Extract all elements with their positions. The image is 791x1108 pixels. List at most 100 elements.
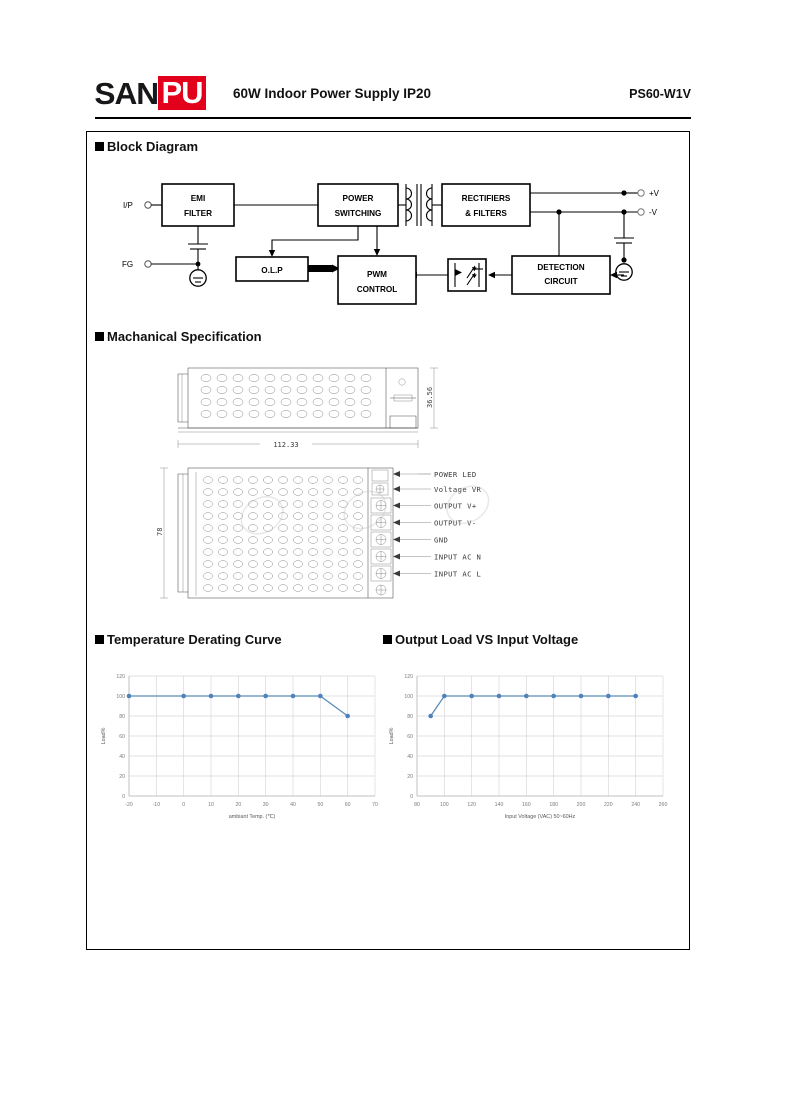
series-point (236, 693, 241, 699)
y-tick-label: 100 (116, 694, 125, 700)
model-number: PS60-W1V (629, 87, 691, 101)
x-tick-label: 240 (631, 802, 640, 808)
series-point (290, 693, 296, 699)
y-tick-label: 60 (407, 734, 413, 740)
sanpu-logo: SAN PU (94, 76, 206, 110)
series-point (345, 713, 350, 719)
y-tick-label: 60 (119, 734, 125, 740)
x-tick-label: 70 (372, 802, 378, 808)
x-tick-label: 260 (659, 802, 668, 808)
square-bullet-icon (383, 635, 392, 644)
y-tick-label: 0 (410, 794, 413, 800)
block-det-line1: DETECTION (537, 263, 584, 272)
x-tick-label: 120 (467, 802, 476, 808)
terminal-label-output-vplus: OUTPUT V+ (434, 502, 477, 511)
x-tick-label: 80 (414, 802, 420, 808)
block-optocoupler (447, 258, 487, 292)
chart-series-loadvolt (428, 693, 638, 719)
chart-grid-derating (128, 675, 376, 797)
square-bullet-icon (95, 332, 104, 341)
mechanical-drawing: 36.56 112.33 78 POWER LED Voltage VR OUT… (150, 360, 550, 615)
x-tick-label: 60 (345, 802, 351, 808)
logo-text-red: PU (158, 76, 206, 110)
y-tick-label: 40 (119, 754, 125, 760)
dim-width: 78 (156, 528, 164, 536)
x-tick-label: 200 (577, 802, 586, 808)
y-tick-label: 0 (122, 794, 125, 800)
terminal-label-input-ac-n: INPUT AC N (434, 553, 481, 562)
series-point (126, 693, 132, 699)
block-olp-line1: O.L.P (261, 266, 283, 275)
series-point (578, 693, 584, 699)
section-heading-label: Machanical Specification (107, 329, 262, 344)
series-point (469, 693, 474, 699)
series-point (442, 693, 447, 699)
block-pwm-control (337, 255, 417, 305)
series-point (318, 693, 323, 699)
x-tick-label: 220 (604, 802, 613, 808)
series-point (524, 693, 529, 699)
block-emi-filter (161, 183, 235, 227)
terminal-label-voltage-vr: Voltage VR (434, 485, 482, 494)
square-bullet-icon (95, 635, 104, 644)
x-tick-label: 30 (263, 802, 269, 808)
terminal-label-power-led: POWER LED (434, 470, 477, 479)
block-detection-circuit (511, 255, 611, 295)
port-label-input: I/P (123, 201, 133, 210)
block-emi-line1: EMI (191, 194, 206, 203)
section-heading-block-diagram: Block Diagram (95, 139, 198, 154)
series-point (181, 693, 186, 699)
x-tick-label: 160 (522, 802, 531, 808)
x-tick-label: 40 (290, 802, 296, 808)
mech-side-view: 36.56 112.33 (177, 367, 438, 450)
section-heading-label: Temperature Derating Curve (107, 632, 282, 647)
x-tick-label: 100 (440, 802, 449, 808)
mech-top-view: 78 POWER LED Voltage VR OUTPUT V+ OUTPUT… (156, 467, 482, 599)
chart-temperature-derating: 0 20 40 60 80 100 120 -20 -10 0 10 20 30 40 50 60 70 ambi… (95, 662, 383, 832)
x-tick-label: -20 (125, 802, 133, 808)
chart-output-load-vs-input-voltage: 0 20 40 60 80 100 120 80 100 120 140 160 180 200 220 24… (383, 662, 671, 832)
port-label-out-positive: +V (649, 189, 660, 198)
x-axis-title: Input Voltage (VAC) 50~60Hz (505, 814, 576, 820)
header-divider (95, 117, 691, 119)
x-tick-label: 10 (208, 802, 214, 808)
y-tick-label: 80 (407, 714, 413, 720)
y-tick-label: 100 (404, 694, 413, 700)
terminal-label-gnd: GND (434, 536, 448, 545)
y-tick-label: 80 (119, 714, 125, 720)
y-axis-title: Load% (101, 727, 107, 744)
section-heading-load-voltage: Output Load VS Input Voltage (383, 632, 578, 647)
chart-grid-loadvolt (416, 675, 664, 797)
port-label-ground: FG (122, 260, 133, 269)
page-header: SAN PU 60W Indoor Power Supply IP20 PS60-… (94, 72, 691, 118)
square-bullet-icon (95, 142, 104, 151)
x-tick-label: -10 (153, 802, 161, 808)
block-emi-line2: FILTER (184, 209, 212, 218)
block-rect-line1: RECTIFIERS (462, 194, 511, 203)
terminal-label-input-ac-l: INPUT AC L (434, 570, 481, 579)
block-rect-line2: & FILTERS (465, 209, 507, 218)
series-point (208, 693, 214, 699)
block-ps-line1: POWER (343, 194, 374, 203)
series-point (551, 693, 556, 699)
block-pwm-line1: PWM (367, 270, 387, 279)
terminal-strip (370, 469, 392, 596)
block-diagram: I/P EMI FILTER FG POWER SWITCHING RECTIF… (86, 160, 690, 315)
series-line (430, 695, 636, 717)
series-point (263, 693, 268, 699)
dim-height: 36.56 (426, 387, 434, 408)
page-title: 60W Indoor Power Supply IP20 (233, 86, 432, 101)
dim-length: 112.33 (273, 441, 298, 449)
y-tick-label: 20 (119, 774, 125, 780)
y-tick-label: 120 (404, 674, 413, 680)
y-tick-label: 120 (116, 674, 125, 680)
y-tick-label: 20 (407, 774, 413, 780)
block-ps-line2: SWITCHING (335, 209, 382, 218)
series-point (606, 693, 611, 699)
series-point (633, 693, 638, 699)
block-power-switching (317, 183, 399, 227)
block-rectifiers-filters (441, 183, 531, 227)
section-heading-mechanical: Machanical Specification (95, 329, 262, 344)
x-tick-label: 140 (495, 802, 504, 808)
series-point (496, 693, 502, 699)
